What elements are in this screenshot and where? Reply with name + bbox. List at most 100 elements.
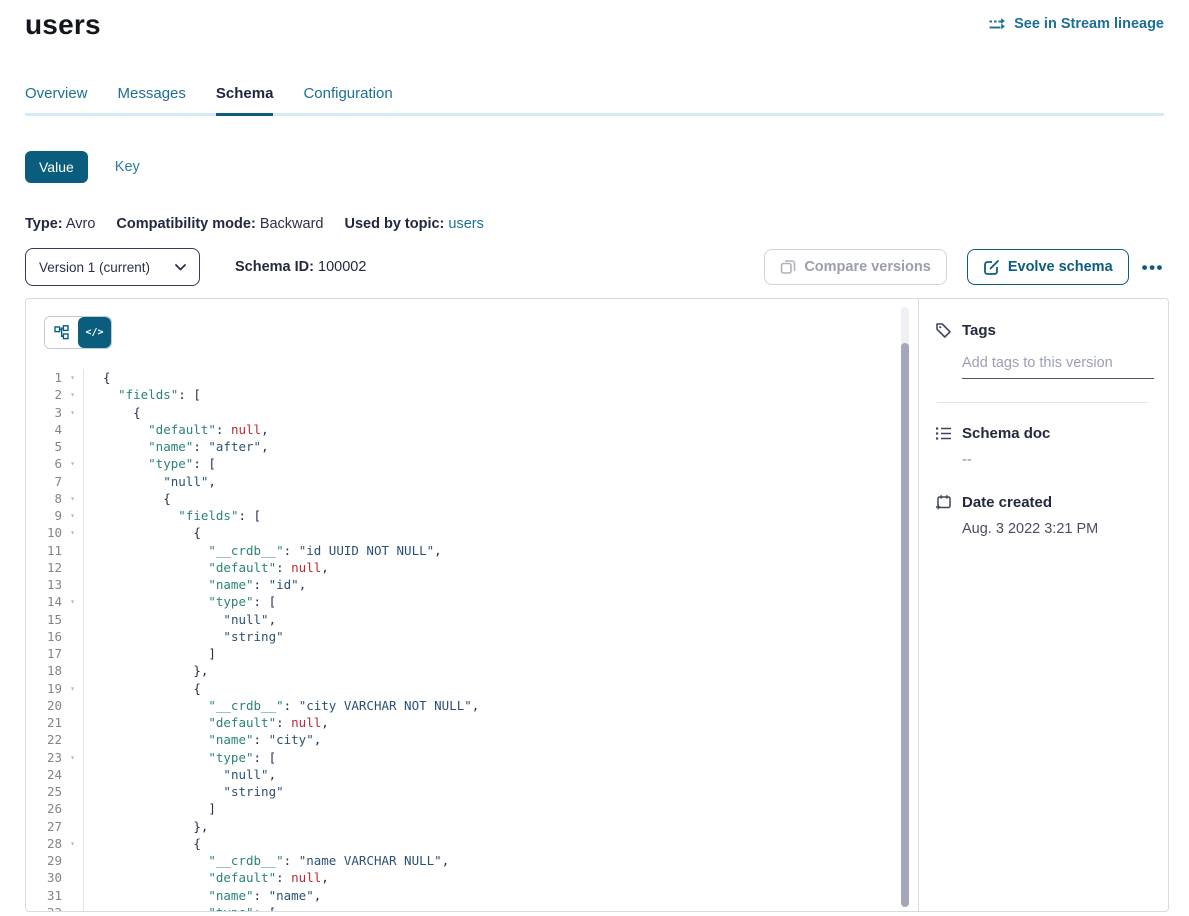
version-select[interactable]: Version 1 (current) bbox=[25, 248, 200, 286]
fold-gutter bbox=[62, 697, 84, 714]
evolve-schema-button[interactable]: Evolve schema bbox=[967, 249, 1129, 285]
schema-card: </> 1▾{2▾ "fields": [3▾ {4 "default": nu… bbox=[25, 298, 1169, 912]
line-number: 22 bbox=[26, 732, 62, 747]
code-text: { bbox=[84, 681, 201, 696]
chevron-down-icon bbox=[175, 264, 186, 271]
tree-view-icon bbox=[54, 325, 69, 340]
fold-gutter bbox=[62, 542, 84, 559]
code-line: 11 "__crdb__": "id UUID NOT NULL", bbox=[26, 542, 918, 559]
tag-icon bbox=[935, 322, 952, 339]
schema-doc-title: Schema doc bbox=[962, 425, 1050, 442]
topic-link[interactable]: users bbox=[448, 216, 483, 232]
code-text: "type": [ bbox=[84, 456, 216, 471]
fold-gutter bbox=[62, 887, 84, 904]
fold-toggle-icon[interactable]: ▾ bbox=[62, 524, 84, 541]
page-header: users See in Stream lineage bbox=[0, 0, 1189, 41]
tags-heading: Tags bbox=[935, 322, 1150, 339]
line-number: 4 bbox=[26, 422, 62, 437]
code-text: { bbox=[84, 370, 111, 385]
fold-toggle-icon[interactable]: ▾ bbox=[62, 507, 84, 524]
code-scrollbar-track bbox=[901, 307, 909, 907]
line-number: 30 bbox=[26, 870, 62, 885]
tab-overview[interactable]: Overview bbox=[25, 85, 88, 113]
code-text: "__crdb__": "city VARCHAR NOT NULL", bbox=[84, 698, 479, 713]
schema-type: Type: Avro bbox=[25, 216, 95, 232]
see-in-stream-lineage-link[interactable]: See in Stream lineage bbox=[988, 16, 1164, 32]
code-line: 19▾ { bbox=[26, 680, 918, 697]
compare-versions-label: Compare versions bbox=[804, 259, 931, 275]
schema-meta-row: Type: Avro Compatibility mode: Backward … bbox=[25, 216, 1189, 232]
code-line: 1▾{ bbox=[26, 369, 918, 386]
date-created-section: Date created Aug. 3 2022 3:21 PM bbox=[935, 494, 1150, 537]
fold-toggle-icon[interactable]: ▾ bbox=[62, 455, 84, 472]
key-toggle-link[interactable]: Key bbox=[115, 159, 140, 175]
compare-versions-button[interactable]: Compare versions bbox=[764, 249, 947, 285]
calendar-plus-icon bbox=[935, 494, 952, 511]
code-line: 2▾ "fields": [ bbox=[26, 386, 918, 403]
tab-bar: Overview Messages Schema Configuration bbox=[25, 85, 1164, 116]
line-number: 6 bbox=[26, 456, 62, 471]
code-text: "type": [ bbox=[84, 594, 276, 609]
fold-toggle-icon[interactable]: ▾ bbox=[62, 593, 84, 610]
value-toggle-button[interactable]: Value bbox=[25, 151, 88, 183]
line-number: 19 bbox=[26, 681, 62, 696]
fold-toggle-icon[interactable]: ▾ bbox=[62, 490, 84, 507]
code-line: 21 "default": null, bbox=[26, 714, 918, 731]
fold-toggle-icon[interactable]: ▾ bbox=[62, 680, 84, 697]
line-number: 11 bbox=[26, 543, 62, 558]
code-text: "name": "city", bbox=[84, 732, 321, 747]
fold-toggle-icon[interactable]: ▾ bbox=[62, 369, 84, 386]
code-text: "fields": [ bbox=[84, 508, 261, 523]
code-line: 18 }, bbox=[26, 662, 918, 679]
line-number: 23 bbox=[26, 750, 62, 765]
code-view-button[interactable]: </> bbox=[78, 317, 111, 348]
code-text: "type": [ bbox=[84, 750, 276, 765]
fold-toggle-icon[interactable]: ▾ bbox=[62, 835, 84, 852]
tab-configuration[interactable]: Configuration bbox=[303, 85, 392, 113]
code-line: 30 "default": null, bbox=[26, 869, 918, 886]
used-by-topic: Used by topic: users bbox=[344, 216, 483, 232]
more-actions-button[interactable]: ••• bbox=[1142, 259, 1164, 276]
tree-view-button[interactable] bbox=[45, 317, 78, 348]
fold-gutter bbox=[62, 766, 84, 783]
fold-gutter bbox=[62, 438, 84, 455]
schema-doc-section: Schema doc -- bbox=[935, 425, 1150, 468]
line-number: 18 bbox=[26, 663, 62, 678]
code-text: "name": "after", bbox=[84, 439, 269, 454]
fold-toggle-icon[interactable]: ▾ bbox=[62, 749, 84, 766]
line-number: 28 bbox=[26, 836, 62, 851]
list-icon bbox=[935, 425, 952, 442]
line-number: 3 bbox=[26, 405, 62, 420]
fold-toggle-icon[interactable]: ▾ bbox=[62, 404, 84, 421]
code-line: 6▾ "type": [ bbox=[26, 455, 918, 472]
code-text: { bbox=[84, 405, 141, 420]
code-line: 32▾ "type": [ bbox=[26, 904, 918, 911]
code-line: 20 "__crdb__": "city VARCHAR NOT NULL", bbox=[26, 697, 918, 714]
code-line: 27 }, bbox=[26, 818, 918, 835]
code-line: 9▾ "fields": [ bbox=[26, 507, 918, 524]
line-number: 26 bbox=[26, 801, 62, 816]
topic-label: Used by topic: bbox=[344, 216, 444, 232]
view-toggle-group: </> bbox=[44, 316, 112, 349]
fold-gutter bbox=[62, 714, 84, 731]
stream-lineage-icon bbox=[988, 17, 1007, 32]
tab-schema[interactable]: Schema bbox=[216, 85, 274, 116]
fold-gutter bbox=[62, 852, 84, 869]
code-text: }, bbox=[84, 819, 208, 834]
tab-messages[interactable]: Messages bbox=[118, 85, 186, 113]
code-text: "default": null, bbox=[84, 870, 329, 885]
line-number: 17 bbox=[26, 646, 62, 661]
type-label: Type: bbox=[25, 216, 63, 232]
line-number: 20 bbox=[26, 698, 62, 713]
code-line: 13 "name": "id", bbox=[26, 576, 918, 593]
fold-toggle-icon[interactable]: ▾ bbox=[62, 904, 84, 911]
code-line: 14▾ "type": [ bbox=[26, 593, 918, 610]
code-line: 17 ] bbox=[26, 645, 918, 662]
add-tags-input[interactable] bbox=[962, 355, 1154, 379]
line-number: 14 bbox=[26, 594, 62, 609]
line-number: 16 bbox=[26, 629, 62, 644]
code-text: "default": null, bbox=[84, 560, 329, 575]
fold-toggle-icon[interactable]: ▾ bbox=[62, 386, 84, 403]
code-scrollbar-thumb[interactable] bbox=[901, 343, 909, 907]
line-number: 13 bbox=[26, 577, 62, 592]
